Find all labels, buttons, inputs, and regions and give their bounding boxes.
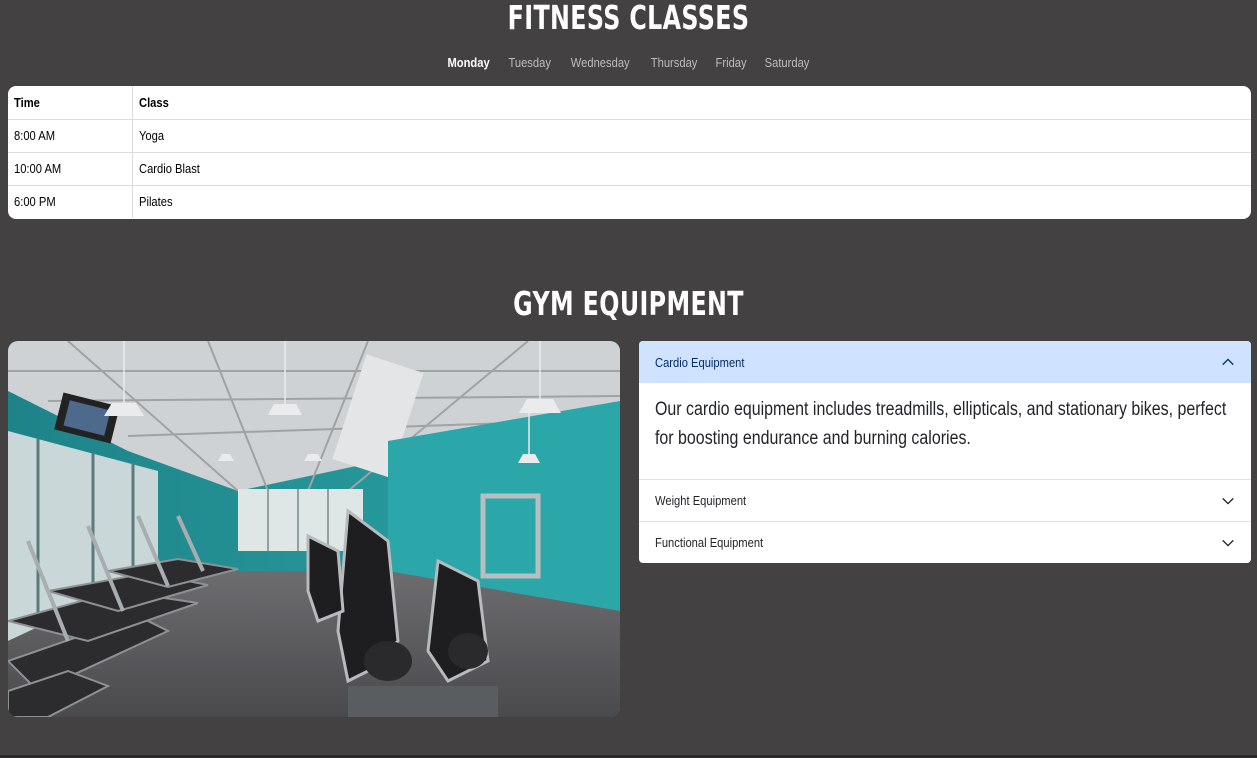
equipment-accordion: Cardio Equipment Our cardio equipment in…	[639, 341, 1251, 563]
gym-equipment-title: GYM EQUIPMENT	[513, 284, 744, 323]
cell-class: Yoga	[132, 119, 1251, 153]
accordion-item-cardio: Cardio Equipment Our cardio equipment in…	[639, 341, 1251, 479]
table-row: 10:00 AM Cardio Blast	[8, 152, 1251, 186]
tab-friday[interactable]: Friday	[716, 55, 747, 70]
table-header-row: Time Class	[8, 86, 1251, 120]
column-header-time: Time	[8, 86, 133, 120]
cell-time: 8:00 AM	[8, 119, 133, 153]
tab-thursday[interactable]: Thursday	[651, 55, 698, 70]
tab-wednesday[interactable]: Wednesday	[571, 55, 630, 70]
accordion-label: Weight Equipment	[655, 493, 747, 508]
accordion-label: Cardio Equipment	[655, 354, 745, 370]
accordion-header-functional[interactable]: Functional Equipment	[639, 521, 1251, 563]
column-header-class: Class	[132, 86, 1251, 120]
accordion-item-weight: Weight Equipment	[639, 479, 1251, 521]
table-row: 8:00 AM Yoga	[8, 119, 1251, 153]
table-row: 6:00 PM Pilates	[8, 185, 1251, 218]
accordion-label: Functional Equipment	[655, 535, 764, 550]
cell-time: 10:00 AM	[8, 152, 133, 186]
fitness-classes-title: FITNESS CLASSES	[507, 0, 750, 37]
tab-tuesday[interactable]: Tuesday	[508, 55, 550, 70]
tab-saturday[interactable]: Saturday	[765, 55, 810, 70]
cell-class: Pilates	[138, 194, 173, 210]
cell-time: 6:00 PM	[8, 185, 133, 218]
chevron-up-icon	[1222, 358, 1234, 366]
accordion-body-text: Our cardio equipment includes treadmills…	[655, 399, 1227, 449]
accordion-body-cardio: Our cardio equipment includes treadmills…	[639, 383, 1251, 479]
accordion-header-cardio[interactable]: Cardio Equipment	[639, 341, 1251, 383]
class-schedule-table: Time Class 8:00 AM Yoga 10:00 AM Cardio …	[8, 86, 1251, 219]
tab-monday[interactable]: Monday	[447, 55, 489, 70]
gym-interior-photo	[8, 341, 620, 717]
day-tabs: Monday Tuesday Wednesday Thursday Friday…	[0, 55, 1257, 70]
accordion-header-weight[interactable]: Weight Equipment	[639, 479, 1251, 521]
cell-class: Cardio Blast	[132, 152, 1251, 186]
chevron-down-icon	[1222, 497, 1234, 505]
chevron-down-icon	[1222, 539, 1234, 547]
accordion-item-functional: Functional Equipment	[639, 521, 1251, 563]
